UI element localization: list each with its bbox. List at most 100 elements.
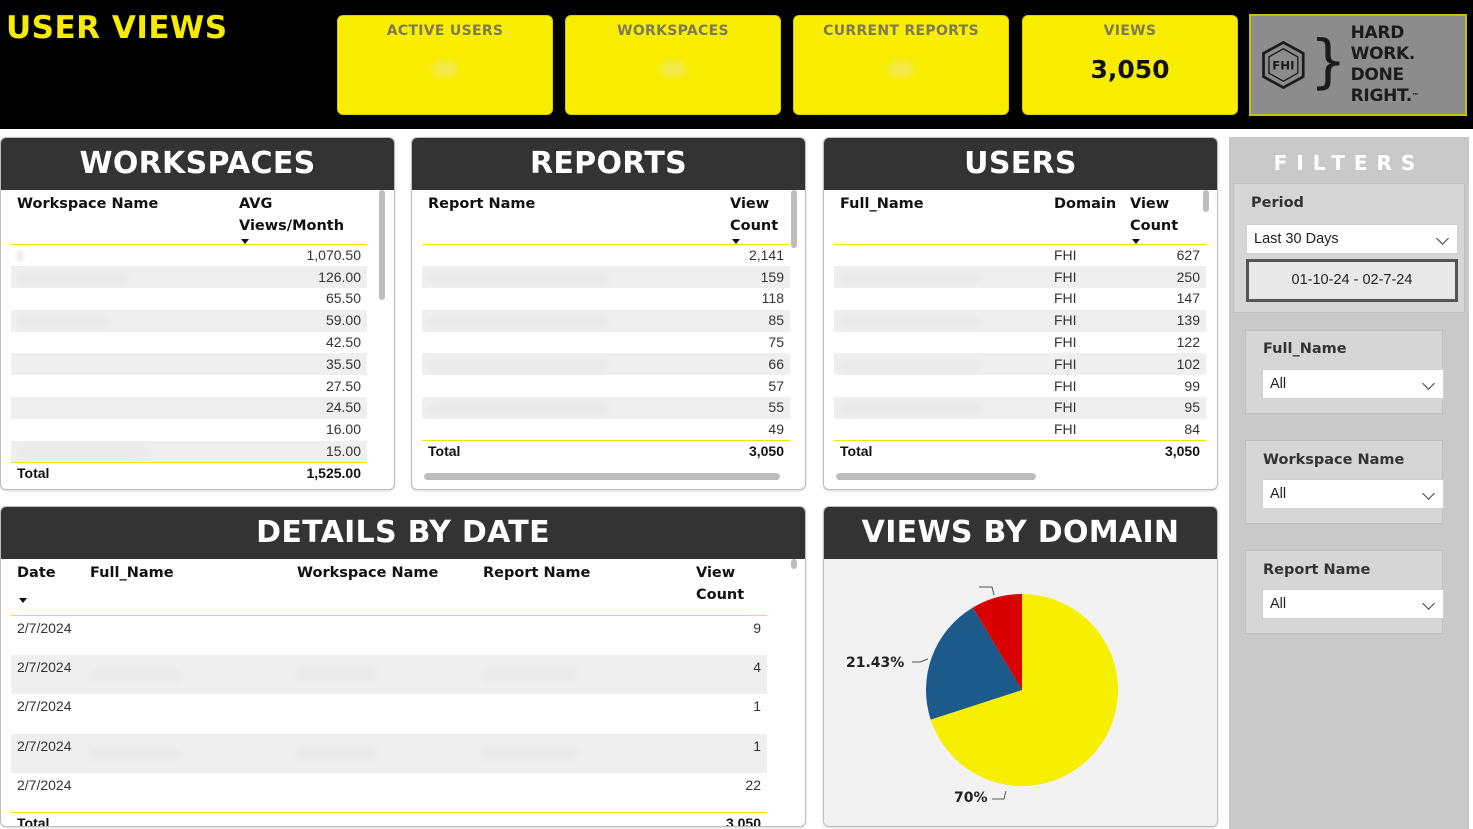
table-row[interactable]: 59.00 bbox=[11, 309, 367, 332]
chevron-down-icon bbox=[1422, 597, 1435, 610]
table-row[interactable]: FHI 84 bbox=[834, 419, 1206, 441]
table-row[interactable]: 126.00 bbox=[11, 266, 367, 289]
workspace-name-cell bbox=[11, 266, 233, 289]
table-row[interactable]: 55 bbox=[422, 397, 790, 419]
redacted-text bbox=[90, 669, 180, 682]
details-card: DETAILS BY DATE Date Full_Name Workspace… bbox=[0, 506, 806, 827]
table-row[interactable]: 2/7/2024 1 bbox=[11, 694, 767, 734]
table-row[interactable]: FHI 99 bbox=[834, 375, 1206, 397]
table-row[interactable]: FHI 250 bbox=[834, 266, 1206, 289]
kpi-active-users[interactable]: ACTIVE USERS bbox=[337, 15, 553, 115]
view-count-cell: 122 bbox=[1176, 334, 1200, 351]
full-name-cell bbox=[834, 397, 1048, 419]
col-header-report-name[interactable]: Report Name bbox=[477, 559, 690, 616]
logo-text: HARD WORK. DONE RIGHT.™ bbox=[1351, 23, 1465, 107]
date-cell: 2/7/2024 bbox=[17, 777, 72, 793]
users-title: USERS bbox=[824, 138, 1217, 190]
report-name-label: Report Name bbox=[1263, 562, 1371, 578]
col-header-domain[interactable]: Domain bbox=[1048, 190, 1124, 245]
period-select[interactable]: Last 30 Days bbox=[1246, 224, 1458, 254]
workspace-name-cell bbox=[11, 288, 233, 310]
avg-views-cell: 24.50 bbox=[233, 397, 367, 419]
table-row[interactable]: 27.50 bbox=[11, 375, 367, 397]
table-row[interactable]: 16.00 bbox=[11, 419, 367, 441]
table-row[interactable]: 57 bbox=[422, 375, 790, 397]
domain-pie-chart[interactable]: 21.43% 70% bbox=[824, 559, 1217, 826]
kpi-workspaces[interactable]: WORKSPACES bbox=[565, 15, 781, 115]
view-count-cell: 159 bbox=[724, 266, 790, 289]
col-header-report-name[interactable]: Report Name bbox=[422, 190, 724, 245]
page-title: USER VIEWS bbox=[6, 10, 228, 46]
details-title: DETAILS BY DATE bbox=[1, 507, 805, 559]
table-row[interactable]: 2/7/2024 4 bbox=[11, 654, 767, 694]
kpi-label: ACTIVE USERS bbox=[386, 23, 504, 39]
redacted-text bbox=[483, 748, 578, 761]
workspaces-scrollbar[interactable] bbox=[379, 190, 385, 300]
reports-hscrollbar[interactable] bbox=[424, 473, 780, 480]
redacted-text bbox=[840, 315, 980, 328]
leader-line bbox=[912, 658, 929, 663]
table-row[interactable]: 15.00 bbox=[11, 440, 367, 463]
table-row[interactable]: 75 bbox=[422, 332, 790, 354]
workspace-name-select[interactable]: All bbox=[1262, 479, 1444, 509]
report-name-cell bbox=[422, 332, 724, 354]
col-header-workspace-name[interactable]: Workspace Name bbox=[291, 559, 477, 616]
report-name-cell bbox=[422, 266, 724, 289]
workspace-name-cell bbox=[11, 440, 233, 463]
view-count-cell: 66 bbox=[724, 353, 790, 376]
full-name-cell bbox=[834, 309, 1048, 332]
col-header-workspace-name[interactable]: Workspace Name bbox=[11, 190, 233, 245]
table-row[interactable]: FHI 627 bbox=[834, 245, 1206, 267]
details-scrollbar[interactable] bbox=[791, 559, 797, 569]
kpi-current-reports[interactable]: CURRENT REPORTS bbox=[793, 15, 1009, 115]
table-row[interactable]: 42.50 bbox=[11, 332, 367, 354]
col-header-view-count[interactable]: View Count bbox=[1124, 190, 1206, 245]
col-header-view-count[interactable]: View Count bbox=[724, 190, 790, 245]
table-row[interactable]: 85 bbox=[422, 309, 790, 332]
kpi-views[interactable]: VIEWS 3,050 bbox=[1022, 15, 1238, 115]
view-count-cell: 85 bbox=[724, 309, 790, 332]
view-count-cell: 99 bbox=[1184, 377, 1200, 394]
col-header-avg-views[interactable]: AVG Views/Month bbox=[233, 190, 367, 245]
col-header-date[interactable]: Date bbox=[11, 559, 84, 616]
table-row[interactable]: 49 bbox=[422, 419, 790, 441]
table-row[interactable]: 1,070.50 bbox=[11, 245, 367, 267]
table-row[interactable]: 2/7/2024 9 bbox=[11, 615, 767, 655]
view-count-cell: 1 bbox=[753, 698, 761, 714]
full-name-select[interactable]: All bbox=[1262, 369, 1444, 399]
report-name-select[interactable]: All bbox=[1262, 589, 1444, 619]
kpi-label: CURRENT REPORTS bbox=[823, 23, 979, 39]
table-row[interactable]: FHI 95 bbox=[834, 397, 1206, 419]
domain-cell: FHI bbox=[1054, 421, 1077, 438]
table-row[interactable]: 66 bbox=[422, 353, 790, 376]
table-row[interactable]: 2,141 bbox=[422, 245, 790, 267]
sort-desc-icon bbox=[19, 598, 27, 603]
workspaces-title: WORKSPACES bbox=[1, 138, 394, 190]
kpi-value-redacted bbox=[432, 61, 458, 77]
table-row[interactable]: FHI 122 bbox=[834, 332, 1206, 354]
table-row[interactable]: FHI 147 bbox=[834, 288, 1206, 310]
full-name-cell bbox=[834, 419, 1048, 441]
col-header-full-name[interactable]: Full_Name bbox=[84, 559, 291, 616]
period-label: Period bbox=[1251, 195, 1304, 211]
users-hscrollbar[interactable] bbox=[836, 473, 1036, 480]
table-row[interactable]: 35.50 bbox=[11, 353, 367, 376]
total-row: Total 3,050 bbox=[11, 812, 767, 826]
full-name-cell bbox=[84, 694, 291, 734]
col-header-full-name[interactable]: Full_Name bbox=[834, 190, 1048, 245]
table-row[interactable]: 24.50 bbox=[11, 397, 367, 419]
table-row[interactable]: FHI 102 bbox=[834, 353, 1206, 376]
users-scrollbar[interactable] bbox=[1203, 190, 1209, 212]
date-range-display[interactable]: 01-10-24 - 02-7-24 bbox=[1246, 259, 1458, 302]
table-row[interactable]: 118 bbox=[422, 288, 790, 310]
table-row[interactable]: 159 bbox=[422, 266, 790, 289]
date-cell: 2/7/2024 bbox=[17, 619, 72, 636]
table-row[interactable]: 2/7/2024 1 bbox=[11, 733, 767, 773]
reports-scrollbar[interactable] bbox=[791, 190, 797, 248]
full-name-cell bbox=[84, 615, 291, 655]
period-filter: Period Last 30 Days 01-10-24 - 02-7-24 bbox=[1233, 183, 1465, 313]
col-header-view-count[interactable]: View Count bbox=[690, 559, 767, 616]
table-row[interactable]: FHI 139 bbox=[834, 309, 1206, 332]
table-row[interactable]: 2/7/2024 22 bbox=[11, 773, 767, 813]
table-row[interactable]: 65.50 bbox=[11, 288, 367, 310]
